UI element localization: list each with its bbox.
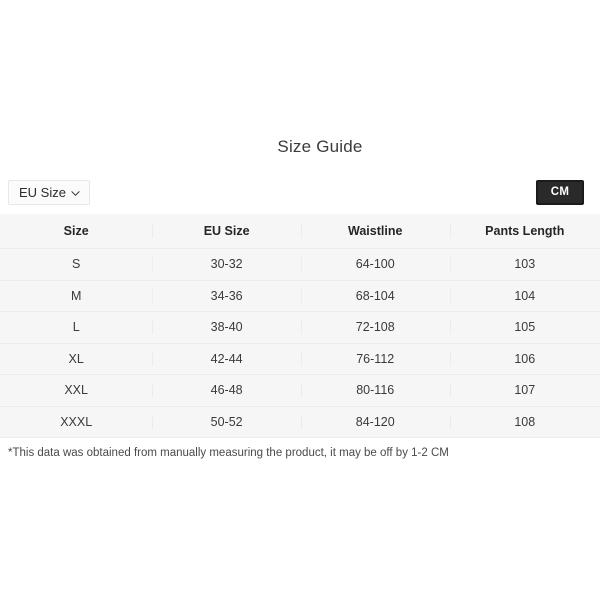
cell-pants-length: 106: [449, 351, 600, 366]
cell-eu-size: 46-48: [152, 383, 301, 398]
measurement-disclaimer: *This data was obtained from manually me…: [8, 447, 449, 459]
cell-size: XXXL: [60, 414, 93, 429]
measurement-unit-toggle-cm[interactable]: CM: [536, 180, 584, 205]
table-header-row: Size EU Size Waistline Pants Length: [0, 214, 600, 249]
table-header-eu-size: EU Size: [152, 224, 301, 238]
cell-pants-length: 103: [449, 257, 600, 272]
page-title-container: Size Guide: [0, 136, 600, 158]
cell-size: XXL: [64, 383, 88, 398]
size-guide-page: Size Guide EU Size CM Size EU Size Waist…: [0, 0, 600, 600]
cell-eu-size: 34-36: [152, 288, 301, 303]
unit-size-dropdown[interactable]: EU Size: [8, 180, 90, 205]
cell-eu-size: 42-44: [152, 351, 301, 366]
table-row[interactable]: L 38-40 72-108 105: [0, 312, 600, 344]
cell-pants-length: 104: [449, 288, 600, 303]
cell-eu-size: 38-40: [152, 320, 301, 335]
table-row[interactable]: S 30-32 64-100 103: [0, 249, 600, 281]
chevron-down-icon: [71, 189, 80, 198]
cell-eu-size: 30-32: [152, 257, 301, 272]
cell-waistline: 76-112: [300, 351, 450, 366]
cell-waistline: 80-116: [300, 383, 450, 398]
cell-size: M: [70, 288, 82, 303]
table-header-size: Size: [63, 224, 89, 238]
cell-waistline: 84-120: [300, 414, 450, 429]
table-row[interactable]: M 34-36 68-104 104: [0, 281, 600, 312]
table-row[interactable]: XL 42-44 76-112 106: [0, 344, 600, 375]
cell-pants-length: 108: [449, 414, 600, 429]
cell-size: XL: [68, 351, 84, 366]
table-row[interactable]: XXL 46-48 80-116 107: [0, 375, 600, 407]
cell-waistline: 68-104: [300, 288, 450, 303]
table-header-pants-length: Pants Length: [449, 224, 600, 238]
controls-row: EU Size CM: [0, 180, 600, 205]
cell-waistline: 64-100: [300, 257, 450, 272]
cell-pants-length: 107: [449, 383, 600, 398]
cell-pants-length: 105: [449, 320, 600, 335]
table-header-waistline: Waistline: [300, 224, 450, 238]
unit-size-dropdown-label: EU Size: [19, 185, 66, 200]
page-title: Size Guide: [277, 137, 363, 156]
cell-eu-size: 50-52: [152, 414, 301, 429]
size-chart-table: Size EU Size Waistline Pants Length S 30…: [0, 213, 600, 438]
table-row[interactable]: XXXL 50-52 84-120 108: [0, 407, 600, 438]
cell-waistline: 72-108: [300, 320, 450, 335]
cell-size: L: [72, 320, 80, 335]
cell-size: S: [72, 257, 81, 272]
measurement-unit-toggle-label: CM: [550, 186, 570, 198]
